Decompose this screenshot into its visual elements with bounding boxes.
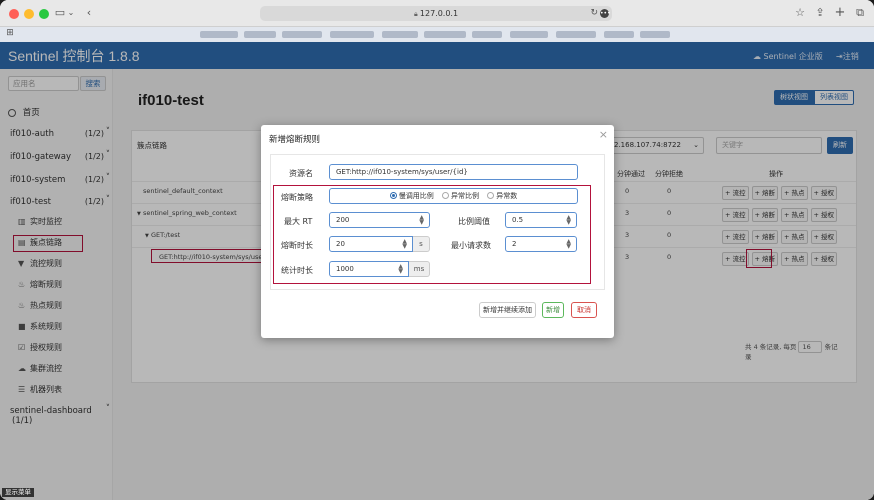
- duration-label: 熔断时长: [281, 241, 313, 250]
- browser-titlebar: ▭ ⌄ ‹ 🔒︎ 127.0.0.1 ↻ ••• ☆ ⇪ + ⧉: [0, 0, 874, 27]
- ratio-label: 比例阈值: [458, 217, 490, 226]
- minimize-window-button[interactable]: [24, 9, 34, 19]
- bookmark-item[interactable]: [640, 31, 670, 38]
- strategy-option-label: 异常比例: [451, 192, 479, 200]
- min-request-label: 最小请求数: [451, 241, 491, 250]
- stat-interval-value: 1000: [336, 265, 354, 273]
- reload-icon[interactable]: ↻: [590, 6, 598, 21]
- bookmark-item[interactable]: [556, 31, 596, 38]
- add-button[interactable]: 新增: [542, 302, 564, 318]
- spinner-icon[interactable]: ▲ ▼: [566, 239, 571, 250]
- spinner-icon[interactable]: ▲ ▼: [566, 215, 571, 226]
- strategy-radio-group: 慢调用比例 异常比例 异常数: [329, 188, 578, 204]
- strategy-label: 熔断策略: [281, 193, 313, 202]
- duration-value: 20: [336, 240, 345, 248]
- add-and-continue-button[interactable]: 新增并继续添加: [479, 302, 536, 318]
- duration-input[interactable]: 20 ▲ ▼: [329, 236, 413, 252]
- bookmarks-bar: ⊞: [0, 27, 874, 42]
- bookmark-item[interactable]: [282, 31, 322, 38]
- close-icon[interactable]: ×: [599, 128, 608, 141]
- bookmark-item[interactable]: [472, 31, 502, 38]
- ratio-value: 0.5: [512, 216, 524, 224]
- address-bar-url: 127.0.0.1: [419, 9, 459, 18]
- strategy-option-error-count[interactable]: 异常数: [487, 189, 517, 203]
- strategy-option-slow[interactable]: 慢调用比例: [389, 189, 434, 203]
- new-tab-icon[interactable]: +: [833, 5, 847, 21]
- min-request-input[interactable]: 2 ▲ ▼: [505, 236, 577, 252]
- min-request-value: 2: [512, 240, 517, 248]
- dialog-title: 新增熔断规则: [269, 135, 321, 145]
- resource-label: 资源名: [289, 169, 313, 178]
- chevron-down-icon[interactable]: ⌄: [66, 5, 76, 21]
- spinner-icon[interactable]: ▲ ▼: [402, 239, 407, 250]
- strategy-option-error-ratio[interactable]: 异常比例: [442, 189, 479, 203]
- show-menu-tooltip[interactable]: 显示菜单: [2, 488, 34, 497]
- radio-icon: [442, 191, 449, 199]
- max-rt-value: 200: [336, 216, 350, 224]
- stat-interval-input[interactable]: 1000 ▲ ▼: [329, 261, 409, 277]
- radio-icon: [487, 191, 495, 199]
- bookmark-item[interactable]: [330, 31, 374, 38]
- bookmark-item[interactable]: [382, 31, 418, 38]
- browser-window: ▭ ⌄ ‹ 🔒︎ 127.0.0.1 ↻ ••• ☆ ⇪ + ⧉ ⊞ Senti…: [0, 0, 874, 500]
- bookmark-item[interactable]: [200, 31, 238, 38]
- star-icon[interactable]: ☆: [793, 5, 807, 21]
- address-bar[interactable]: 🔒︎ 127.0.0.1 ↻ •••: [260, 6, 612, 21]
- cancel-button[interactable]: 取消: [571, 302, 597, 318]
- close-window-button[interactable]: [9, 9, 19, 19]
- stat-interval-unit: ms: [409, 261, 430, 277]
- back-icon[interactable]: ‹: [82, 5, 96, 21]
- resource-input[interactable]: GET:http://if010-system/sys/user/{id}: [329, 164, 578, 180]
- spinner-icon[interactable]: ▲ ▼: [419, 215, 424, 226]
- strategy-option-label: 异常数: [496, 192, 518, 200]
- spinner-icon[interactable]: ▲ ▼: [398, 264, 403, 275]
- more-icon[interactable]: •••: [600, 9, 611, 18]
- ratio-input[interactable]: 0.5 ▲ ▼: [505, 212, 577, 228]
- bookmark-item[interactable]: [244, 31, 276, 38]
- radio-selected-icon: [389, 191, 397, 199]
- strategy-option-label: 慢调用比例: [398, 192, 434, 200]
- share-icon[interactable]: ⇪: [813, 5, 827, 21]
- zoom-window-button[interactable]: [39, 9, 49, 19]
- stat-interval-label: 统计时长: [281, 266, 313, 275]
- dialog-form: 资源名 GET:http://if010-system/sys/user/{id…: [270, 154, 605, 290]
- bookmark-item[interactable]: [604, 31, 634, 38]
- grid-icon[interactable]: ⊞: [4, 25, 16, 41]
- bookmark-item[interactable]: [510, 31, 548, 38]
- degrade-rule-dialog: 新增熔断规则 × 资源名 GET:http://if010-system/sys…: [261, 125, 614, 338]
- bookmark-item[interactable]: [424, 31, 466, 38]
- duration-unit: s: [413, 236, 430, 252]
- max-rt-input[interactable]: 200 ▲ ▼: [329, 212, 430, 228]
- tab-overview-icon[interactable]: ⧉: [853, 5, 867, 21]
- max-rt-label: 最大 RT: [284, 217, 313, 226]
